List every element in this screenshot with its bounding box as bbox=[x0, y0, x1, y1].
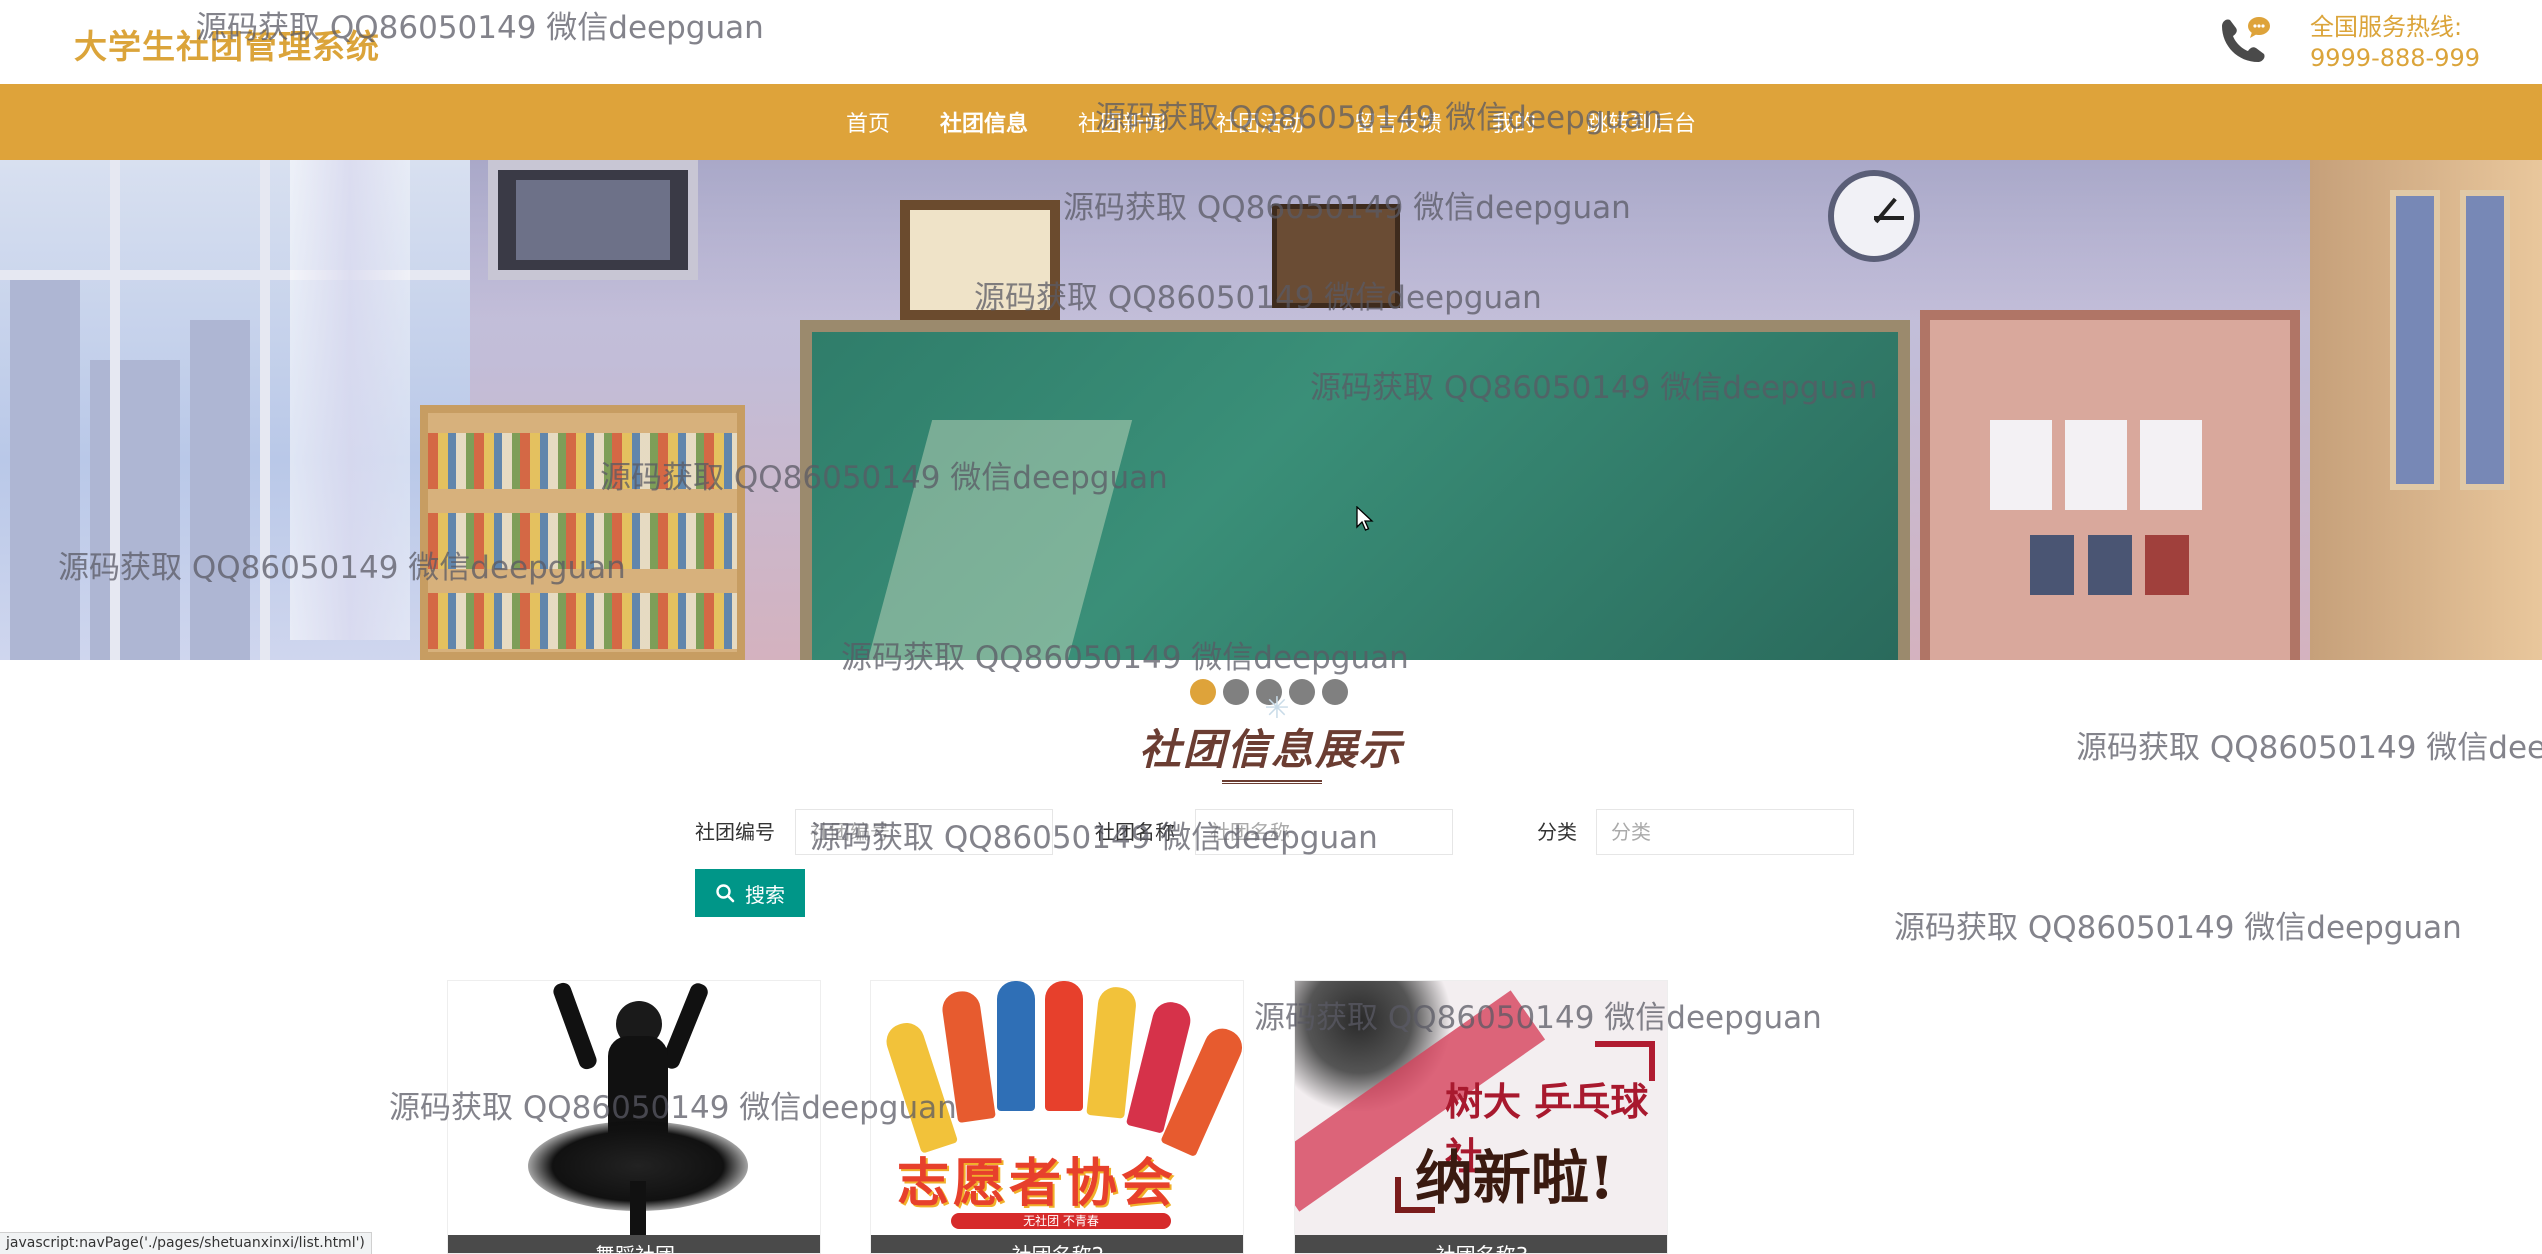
banner-poster bbox=[2088, 535, 2132, 595]
nav-item-club-activities[interactable]: 社团活动 bbox=[1191, 106, 1329, 138]
banner-certificate-inner bbox=[910, 210, 1050, 310]
section-title: 社团信息展示 bbox=[1138, 725, 1403, 774]
banner-building bbox=[10, 280, 80, 660]
poster-title: 志愿者协会 bbox=[897, 1153, 1178, 1214]
poster-headline: 纳新啦! bbox=[1415, 1144, 1615, 1212]
nav-item-feedback[interactable]: 留言反馈 bbox=[1329, 106, 1467, 138]
club-card-image: 树大 乒乓球社 纳新啦! bbox=[1295, 981, 1667, 1235]
banner-notice-board bbox=[1272, 204, 1400, 308]
banner-clock bbox=[1828, 170, 1920, 262]
mouse-cursor-icon bbox=[1356, 506, 1374, 531]
banner-window-bar bbox=[260, 160, 270, 660]
main-nav: 首页 社团信息 社团新闻 社团活动 留言反馈 我的 跳转到后台 bbox=[0, 84, 2542, 160]
banner-shelf-row bbox=[428, 513, 737, 569]
carousel-dot[interactable] bbox=[1190, 679, 1216, 705]
poster-frame-corner bbox=[1395, 1207, 1435, 1213]
poster-frame-corner bbox=[1395, 1177, 1401, 1213]
header: 大学生社团管理系统 全国服务热线: 9999-888-999 bbox=[0, 0, 2542, 84]
poster-frame-corner bbox=[1595, 1041, 1655, 1047]
club-id-input[interactable] bbox=[795, 809, 1053, 855]
hotline-label: 全国服务热线: bbox=[2310, 13, 2463, 41]
phone-chat-icon bbox=[2222, 17, 2270, 63]
search-icon bbox=[716, 884, 735, 903]
banner-building bbox=[190, 320, 250, 660]
banner-certificate bbox=[900, 200, 1060, 320]
banner-window-bar bbox=[110, 160, 120, 660]
banner-poster bbox=[2030, 535, 2074, 595]
banner-door bbox=[1920, 310, 2300, 660]
club-card-title: 舞蹈社团 bbox=[448, 1235, 820, 1253]
category-input[interactable] bbox=[1596, 809, 1854, 855]
club-name-label: 社团名称 bbox=[1095, 820, 1175, 844]
banner-clock-hand bbox=[1874, 216, 1904, 220]
nav-item-home[interactable]: 首页 bbox=[821, 106, 915, 138]
poster-hand bbox=[1086, 985, 1138, 1119]
hotline-number: 9999-888-999 bbox=[2310, 44, 2481, 72]
watermark-text: 源码获取 QQ86050149 微信deepguan bbox=[1894, 910, 2462, 946]
dancer-arm bbox=[551, 981, 599, 1072]
carousel-dot[interactable] bbox=[1322, 679, 1348, 705]
poster-hand bbox=[997, 981, 1035, 1111]
browser-status-bar: javascript:navPage('./pages/shetuanxinxi… bbox=[0, 1232, 372, 1254]
club-card-title: 社团名称3 bbox=[1295, 1235, 1667, 1253]
banner-paper bbox=[2140, 420, 2202, 510]
dancer-leg bbox=[630, 1181, 646, 1241]
banner-right-window bbox=[2390, 190, 2440, 490]
banner-ceiling bbox=[470, 160, 2542, 320]
club-id-label: 社团编号 bbox=[695, 820, 775, 844]
club-card[interactable]: 树大 乒乓球社 纳新啦! 社团名称3 bbox=[1294, 980, 1668, 1254]
carousel-dot[interactable] bbox=[1289, 679, 1315, 705]
banner-tv bbox=[488, 160, 698, 280]
site-logo-text[interactable]: 大学生社团管理系统 bbox=[74, 20, 380, 68]
carousel-dot[interactable] bbox=[1223, 679, 1249, 705]
search-button[interactable]: 搜索 bbox=[695, 869, 805, 917]
banner-curtain bbox=[290, 160, 410, 640]
poster-hand bbox=[1045, 981, 1083, 1111]
category-label: 分类 bbox=[1537, 820, 1577, 844]
club-card-image bbox=[448, 981, 820, 1241]
search-button-label: 搜索 bbox=[745, 882, 785, 907]
nav-item-mine[interactable]: 我的 bbox=[1467, 106, 1561, 138]
banner-tv-screen bbox=[516, 180, 670, 260]
banner-paper bbox=[1990, 420, 2052, 510]
banner-poster bbox=[2145, 535, 2189, 595]
title-underline bbox=[1222, 780, 1322, 784]
poster-subtitle: 无社团 不青春 bbox=[1023, 1214, 1099, 1228]
nav-item-club-news[interactable]: 社团新闻 bbox=[1053, 106, 1191, 138]
banner-bookshelf bbox=[420, 405, 745, 660]
club-card[interactable]: 志愿者协会 无社团 不青春 社团名称2 bbox=[870, 980, 1244, 1254]
hotline: 全国服务热线: 9999-888-999 bbox=[2310, 12, 2480, 74]
club-name-input[interactable] bbox=[1195, 809, 1453, 855]
club-card-title: 社团名称2 bbox=[871, 1235, 1243, 1253]
banner-shelf-row bbox=[428, 593, 737, 649]
nav-item-admin[interactable]: 跳转到后台 bbox=[1561, 106, 1721, 138]
banner-carousel-image[interactable] bbox=[0, 160, 2542, 660]
club-card-image: 志愿者协会 无社团 不青春 bbox=[871, 981, 1243, 1235]
banner-right-window bbox=[2460, 190, 2510, 490]
banner-shelf-row bbox=[428, 433, 737, 489]
banner-building bbox=[90, 360, 180, 660]
nav-item-club-info[interactable]: 社团信息 bbox=[915, 106, 1053, 138]
poster-hand bbox=[940, 988, 996, 1124]
banner-right-wall bbox=[2310, 160, 2542, 660]
banner-window bbox=[0, 160, 470, 660]
banner-paper bbox=[2065, 420, 2127, 510]
club-card[interactable]: 舞蹈社团 bbox=[447, 980, 821, 1254]
